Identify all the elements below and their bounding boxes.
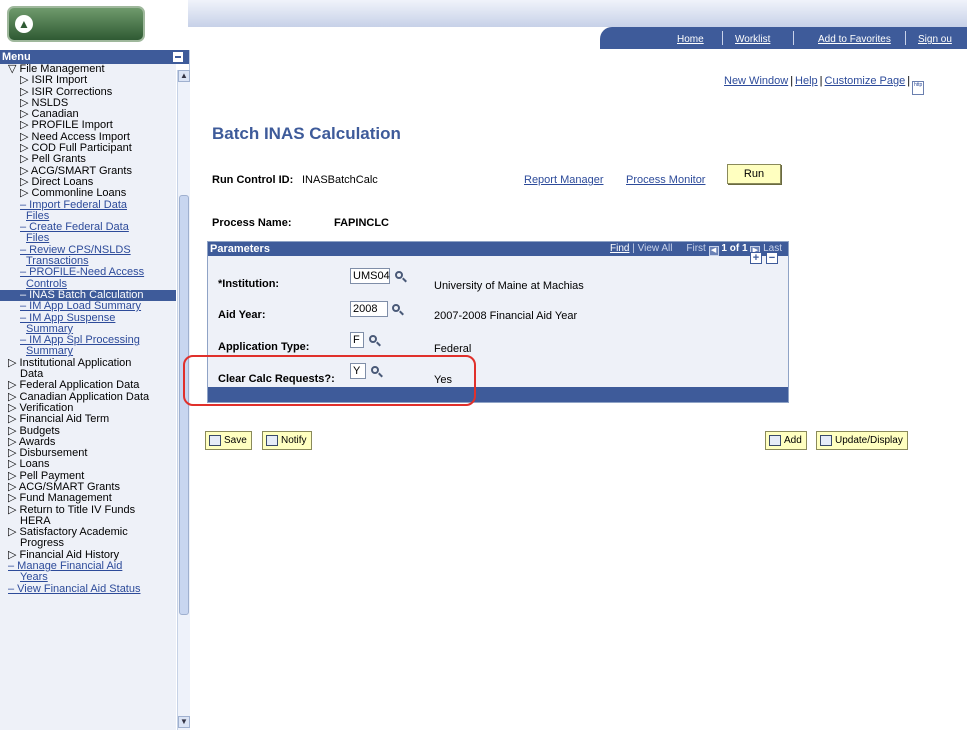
minimize-menu-icon[interactable] bbox=[173, 52, 183, 62]
link-separator: | bbox=[819, 75, 823, 87]
nav-divider bbox=[722, 31, 723, 45]
delete-row-icon[interactable]: − bbox=[766, 252, 778, 264]
notify-button[interactable]: Notify bbox=[262, 431, 312, 450]
nav-worklist-link[interactable]: Worklist bbox=[735, 34, 770, 45]
http-link-icon[interactable]: http bbox=[912, 81, 925, 95]
sidebar-item[interactable]: – View Financial Aid Status bbox=[0, 583, 176, 595]
help-link[interactable]: Help bbox=[795, 75, 818, 87]
application-type-lookup-icon[interactable] bbox=[369, 335, 381, 347]
application-type-label: Application Type: bbox=[218, 341, 310, 353]
previous-row-icon[interactable]: ◀ bbox=[708, 246, 719, 256]
aid-year-description: 2007-2008 Financial Aid Year bbox=[434, 310, 578, 322]
maine-logo-icon: ▲ bbox=[15, 15, 33, 33]
sidebar-item[interactable]: ▷ Federal Application Data bbox=[0, 380, 176, 392]
sidebar-item[interactable]: – PROFILE-Need Access bbox=[0, 267, 176, 279]
highlight-annotation bbox=[183, 355, 476, 406]
header-strip bbox=[188, 0, 967, 27]
institution-lookup-icon[interactable] bbox=[395, 271, 407, 283]
nav-divider bbox=[905, 31, 906, 45]
find-link[interactable]: Find bbox=[610, 243, 629, 254]
nav-divider bbox=[793, 31, 794, 45]
add-row-icon[interactable]: + bbox=[750, 252, 762, 264]
link-separator: | bbox=[907, 75, 911, 87]
add-label: Add bbox=[784, 435, 802, 446]
aid-year-field[interactable]: 2008 bbox=[350, 301, 388, 317]
header: ▲MaineStreet Home Worklist Add to Favori… bbox=[0, 0, 967, 68]
page-title: Batch INAS Calculation bbox=[212, 124, 401, 143]
sidebar-item[interactable]: Years bbox=[0, 572, 176, 584]
first-label: First bbox=[686, 243, 706, 254]
process-name-value: FAPINCLC bbox=[334, 217, 389, 229]
application-type-field[interactable]: F bbox=[350, 332, 364, 348]
report-manager-link[interactable]: Report Manager bbox=[524, 174, 604, 186]
nav-home-link[interactable]: Home bbox=[677, 34, 704, 45]
scroll-thumb[interactable] bbox=[179, 195, 189, 615]
institution-field[interactable]: UMS04 bbox=[350, 268, 390, 284]
menu-title: Menu bbox=[2, 51, 31, 63]
scroll-down-icon[interactable]: ▼ bbox=[178, 716, 190, 728]
aid-year-label: Aid Year: bbox=[218, 309, 266, 321]
update-display-label: Update/Display bbox=[835, 435, 903, 446]
sidebar-menu: Menu ▽ File Management ▷ ISIR Import ▷ ISI… bbox=[0, 50, 190, 730]
update-display-icon bbox=[820, 435, 832, 446]
menu-header: Menu bbox=[0, 50, 189, 64]
parameters-title: Parameters bbox=[210, 243, 270, 255]
sidebar-item[interactable]: ▷ Financial Aid Term bbox=[0, 413, 176, 425]
run-control-value: INASBatchCalc bbox=[302, 174, 378, 186]
universal-nav: Home Worklist Add to Favorites Sign ou bbox=[600, 27, 967, 49]
nav-add-favorites-link[interactable]: Add to Favorites bbox=[818, 34, 891, 45]
page-utility-links: New Window | Help | Customize Page | http bbox=[724, 75, 925, 95]
sidebar-item[interactable]: ▷ Pell Grants bbox=[0, 154, 176, 166]
aid-year-lookup-icon[interactable] bbox=[392, 304, 404, 316]
add-icon bbox=[769, 435, 781, 446]
sidebar-item[interactable]: ▷ Fund Management bbox=[0, 492, 176, 504]
scroll-up-icon[interactable]: ▲ bbox=[178, 70, 190, 82]
sidebar-item[interactable]: – IM App Load Summary bbox=[0, 300, 176, 312]
save-label: Save bbox=[224, 435, 247, 446]
mainestreet-logo[interactable]: ▲MaineStreet bbox=[7, 6, 145, 68]
save-button[interactable]: Save bbox=[205, 431, 252, 450]
parameters-header: Parameters Find | View All First ◀ 1 of … bbox=[208, 242, 788, 256]
customize-page-link[interactable]: Customize Page bbox=[825, 75, 906, 87]
run-control-label: Run Control ID: bbox=[212, 174, 294, 186]
notify-label: Notify bbox=[281, 435, 307, 446]
institution-label: *Institution: bbox=[218, 278, 280, 290]
process-monitor-link[interactable]: Process Monitor bbox=[626, 174, 705, 186]
nav-sign-out-link[interactable]: Sign ou bbox=[918, 34, 952, 45]
sidebar-item[interactable]: ▷ Loans bbox=[0, 459, 176, 471]
add-button[interactable]: Add bbox=[765, 431, 807, 450]
application-type-description: Federal bbox=[434, 343, 472, 355]
menu-tree: ▽ File Management ▷ ISIR Import ▷ ISIR Cor… bbox=[0, 64, 176, 730]
new-window-link[interactable]: New Window bbox=[724, 75, 788, 87]
row-count: 1 of 1 bbox=[721, 243, 748, 254]
sidebar-item[interactable]: ▷ ISIR Import bbox=[0, 74, 176, 86]
process-name-label: Process Name: bbox=[212, 217, 292, 229]
institution-description: University of Maine at Machias bbox=[434, 280, 584, 292]
view-all-link[interactable]: View All bbox=[638, 243, 673, 254]
save-icon bbox=[209, 435, 221, 446]
run-button[interactable]: Run bbox=[727, 164, 781, 184]
notify-icon bbox=[266, 435, 278, 446]
update-display-button[interactable]: Update/Display bbox=[816, 431, 908, 450]
sidebar-item[interactable]: ▷ Commonline Loans bbox=[0, 187, 176, 199]
